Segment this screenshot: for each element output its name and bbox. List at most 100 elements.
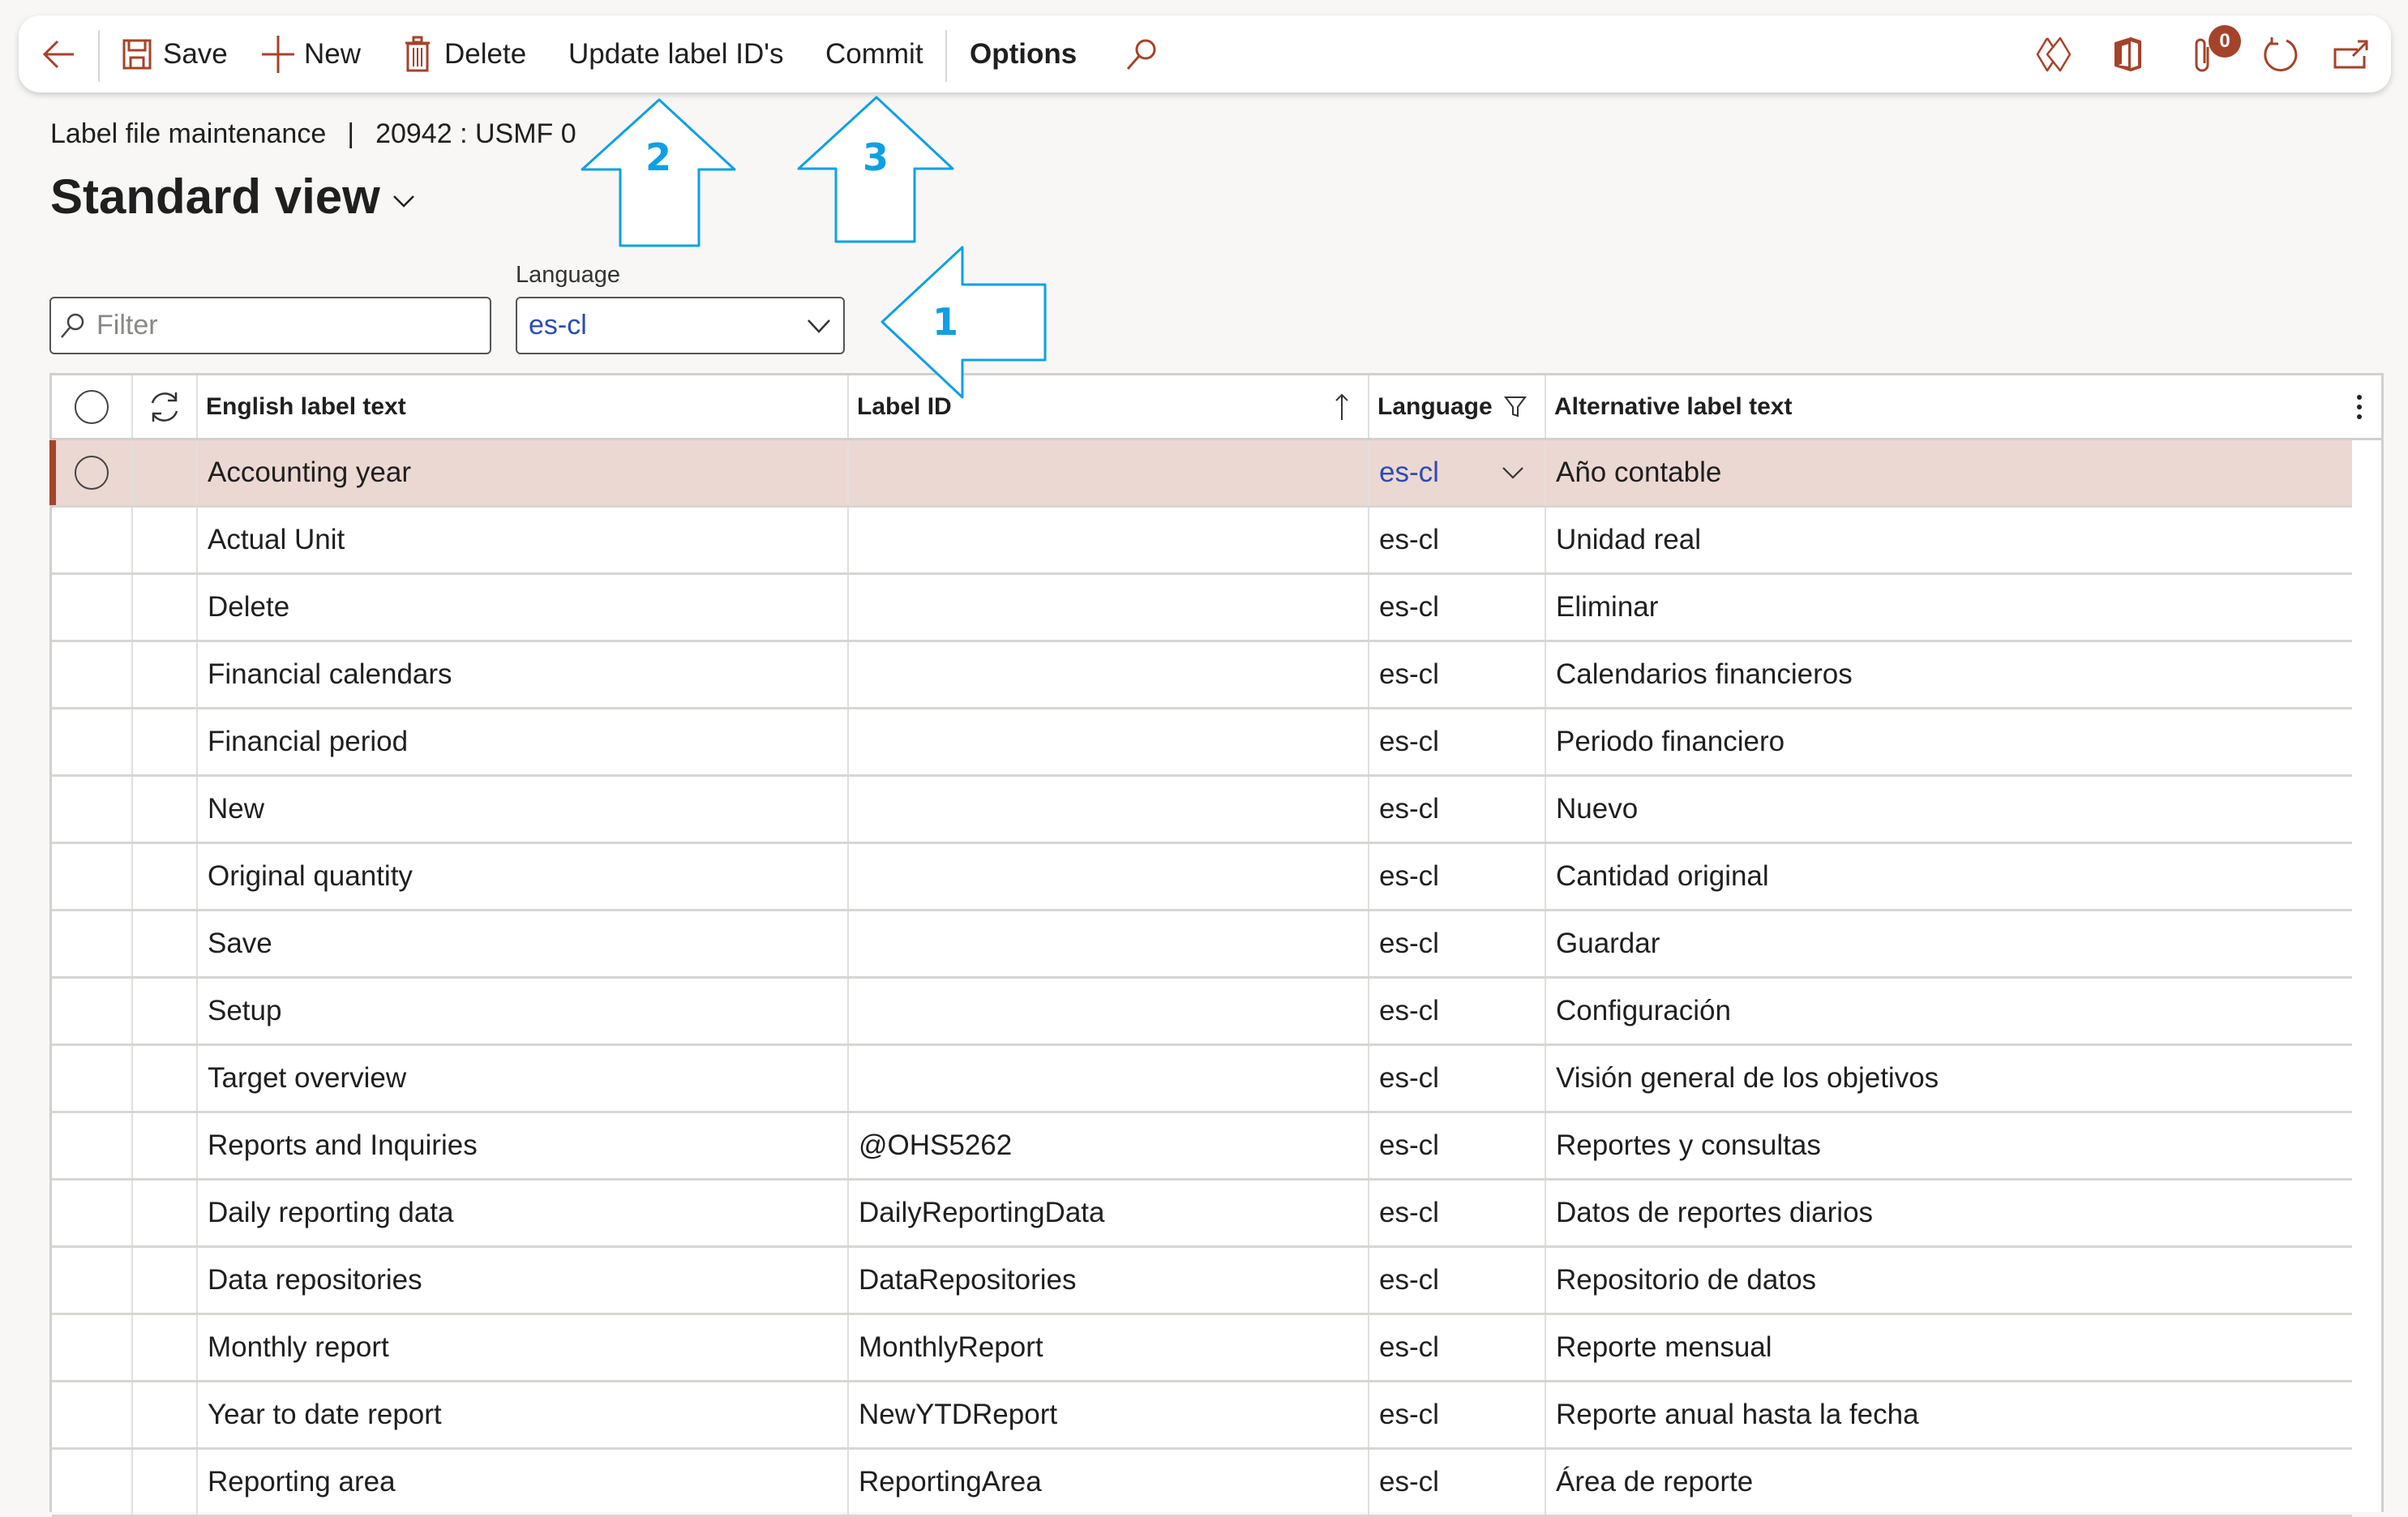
language-cell[interactable]: es-cl xyxy=(1369,575,1546,640)
english-label-text-cell[interactable]: Save xyxy=(198,911,849,976)
alternative-label-text-cell[interactable]: Datos de reportes diarios xyxy=(1546,1181,2352,1245)
row-select-checkbox[interactable] xyxy=(52,1046,133,1111)
english-label-text-cell[interactable]: Delete xyxy=(198,575,849,640)
language-cell[interactable]: es-cl xyxy=(1369,440,1546,505)
label-id-cell[interactable] xyxy=(849,709,1369,774)
update-label-ids-button[interactable]: Update label ID's xyxy=(568,15,783,92)
attachments-button[interactable] xyxy=(2192,15,2214,92)
row-select-checkbox[interactable] xyxy=(52,911,133,976)
alternative-label-text-cell[interactable]: Cantidad original xyxy=(1546,844,2352,909)
language-cell[interactable]: es-cl xyxy=(1369,1113,1546,1178)
language-cell[interactable]: es-cl xyxy=(1369,1450,1546,1515)
row-select-checkbox[interactable] xyxy=(52,1315,133,1380)
language-filter-select[interactable]: es-cl xyxy=(516,297,845,354)
language-cell[interactable]: es-cl xyxy=(1369,979,1546,1043)
label-id-cell[interactable] xyxy=(849,777,1369,842)
row-select-checkbox[interactable] xyxy=(52,440,133,505)
table-row[interactable]: New es-cl Nuevo xyxy=(52,777,2352,844)
open-new-window-button[interactable] xyxy=(2333,15,2369,92)
alternative-label-text-cell[interactable]: Eliminar xyxy=(1546,575,2352,640)
table-row[interactable]: Delete es-cl Eliminar xyxy=(52,575,2352,642)
alternative-label-text-cell[interactable]: Reporte anual hasta la fecha xyxy=(1546,1382,2352,1447)
english-label-text-cell[interactable]: Actual Unit xyxy=(198,508,849,572)
table-row[interactable]: Reporting area ReportingArea es-cl Área de … xyxy=(52,1450,2352,1517)
alternative-label-text-cell[interactable]: Área de reporte xyxy=(1546,1450,2352,1515)
table-row[interactable]: Target overview es-cl Visión general de lo… xyxy=(52,1046,2352,1113)
english-label-text-cell[interactable]: Reporting area xyxy=(198,1450,849,1515)
row-select-checkbox[interactable] xyxy=(52,575,133,640)
column-header-language[interactable]: Language xyxy=(1369,375,1546,438)
more-options-icon[interactable] xyxy=(2355,391,2363,423)
search-button[interactable] xyxy=(1125,15,1158,92)
table-row[interactable]: Save es-cl Guardar xyxy=(52,911,2352,979)
language-cell[interactable]: es-cl xyxy=(1369,1248,1546,1313)
english-label-text-cell[interactable]: Year to date report xyxy=(198,1382,849,1447)
table-row[interactable]: Actual Unit es-cl Unidad real xyxy=(52,508,2352,575)
filter-field[interactable] xyxy=(49,297,491,354)
alternative-label-text-cell[interactable]: Año contable xyxy=(1546,440,2352,505)
refresh-button[interactable] xyxy=(2262,15,2299,92)
label-id-cell[interactable]: DataRepositories xyxy=(849,1248,1369,1313)
english-label-text-cell[interactable]: Daily reporting data xyxy=(198,1181,849,1245)
table-row[interactable]: Setup es-cl Configuración xyxy=(52,979,2352,1046)
column-header-english-label-text[interactable]: English label text xyxy=(198,375,849,438)
english-label-text-cell[interactable]: Original quantity xyxy=(198,844,849,909)
language-cell[interactable]: es-cl xyxy=(1369,642,1546,707)
table-row[interactable]: Daily reporting data DailyReportingData es… xyxy=(52,1181,2352,1248)
row-select-checkbox[interactable] xyxy=(52,709,133,774)
grid-refresh-button[interactable] xyxy=(133,375,198,438)
row-select-checkbox[interactable] xyxy=(52,777,133,842)
label-id-cell[interactable]: @OHS5262 xyxy=(849,1113,1369,1178)
label-id-cell[interactable] xyxy=(849,440,1369,505)
language-cell[interactable]: es-cl xyxy=(1369,1181,1546,1245)
commit-button[interactable]: Commit xyxy=(825,15,923,92)
language-cell[interactable]: es-cl xyxy=(1369,911,1546,976)
label-id-cell[interactable]: MonthlyReport xyxy=(849,1315,1369,1380)
row-select-checkbox[interactable] xyxy=(52,1248,133,1313)
back-button[interactable] xyxy=(41,15,77,92)
language-cell[interactable]: es-cl xyxy=(1369,1315,1546,1380)
alternative-label-text-cell[interactable]: Repositorio de datos xyxy=(1546,1248,2352,1313)
label-id-cell[interactable] xyxy=(849,1046,1369,1111)
row-select-checkbox[interactable] xyxy=(52,979,133,1043)
row-select-checkbox[interactable] xyxy=(52,1450,133,1515)
alternative-label-text-cell[interactable]: Periodo financiero xyxy=(1546,709,2352,774)
column-header-alternative-label-text[interactable]: Alternative label text xyxy=(1546,375,2381,438)
english-label-text-cell[interactable]: Setup xyxy=(198,979,849,1043)
table-row[interactable]: Accounting year es-cl Año contable xyxy=(49,440,2352,508)
language-cell[interactable]: es-cl xyxy=(1369,508,1546,572)
label-id-cell[interactable]: ReportingArea xyxy=(849,1450,1369,1515)
alternative-label-text-cell[interactable]: Configuración xyxy=(1546,979,2352,1043)
alternative-label-text-cell[interactable]: Reportes y consultas xyxy=(1546,1113,2352,1178)
alternative-label-text-cell[interactable]: Reporte mensual xyxy=(1546,1315,2352,1380)
label-id-cell[interactable] xyxy=(849,911,1369,976)
table-row[interactable]: Data repositories DataRepositories es-cl Re… xyxy=(52,1248,2352,1315)
label-id-cell[interactable] xyxy=(849,508,1369,572)
table-row[interactable]: Reports and Inquiries @OHS5262 es-cl Report… xyxy=(52,1113,2352,1181)
row-select-checkbox[interactable] xyxy=(52,508,133,572)
column-header-label-id[interactable]: Label ID xyxy=(849,375,1369,438)
label-id-cell[interactable]: DailyReportingData xyxy=(849,1181,1369,1245)
label-id-cell[interactable]: NewYTDReport xyxy=(849,1382,1369,1447)
row-select-checkbox[interactable] xyxy=(52,1181,133,1245)
filter-input[interactable] xyxy=(95,309,455,342)
english-label-text-cell[interactable]: Target overview xyxy=(198,1046,849,1111)
language-cell[interactable]: es-cl xyxy=(1369,777,1546,842)
table-row[interactable]: Financial calendars es-cl Calendarios fina… xyxy=(52,642,2352,709)
row-select-checkbox[interactable] xyxy=(52,1382,133,1447)
new-button[interactable]: New xyxy=(260,15,361,92)
row-select-checkbox[interactable] xyxy=(52,1113,133,1178)
language-cell[interactable]: es-cl xyxy=(1369,1046,1546,1111)
label-id-cell[interactable] xyxy=(849,575,1369,640)
save-button[interactable]: Save xyxy=(122,15,228,92)
language-cell[interactable]: es-cl xyxy=(1369,844,1546,909)
english-label-text-cell[interactable]: New xyxy=(198,777,849,842)
english-label-text-cell[interactable]: Data repositories xyxy=(198,1248,849,1313)
power-apps-button[interactable] xyxy=(2036,15,2072,92)
english-label-text-cell[interactable]: Financial calendars xyxy=(198,642,849,707)
english-label-text-cell[interactable]: Reports and Inquiries xyxy=(198,1113,849,1178)
alternative-label-text-cell[interactable]: Calendarios financieros xyxy=(1546,642,2352,707)
table-row[interactable]: Monthly report MonthlyReport es-cl Reporte … xyxy=(52,1315,2352,1382)
table-row[interactable]: Original quantity es-cl Cantidad original xyxy=(52,844,2352,911)
alternative-label-text-cell[interactable]: Nuevo xyxy=(1546,777,2352,842)
